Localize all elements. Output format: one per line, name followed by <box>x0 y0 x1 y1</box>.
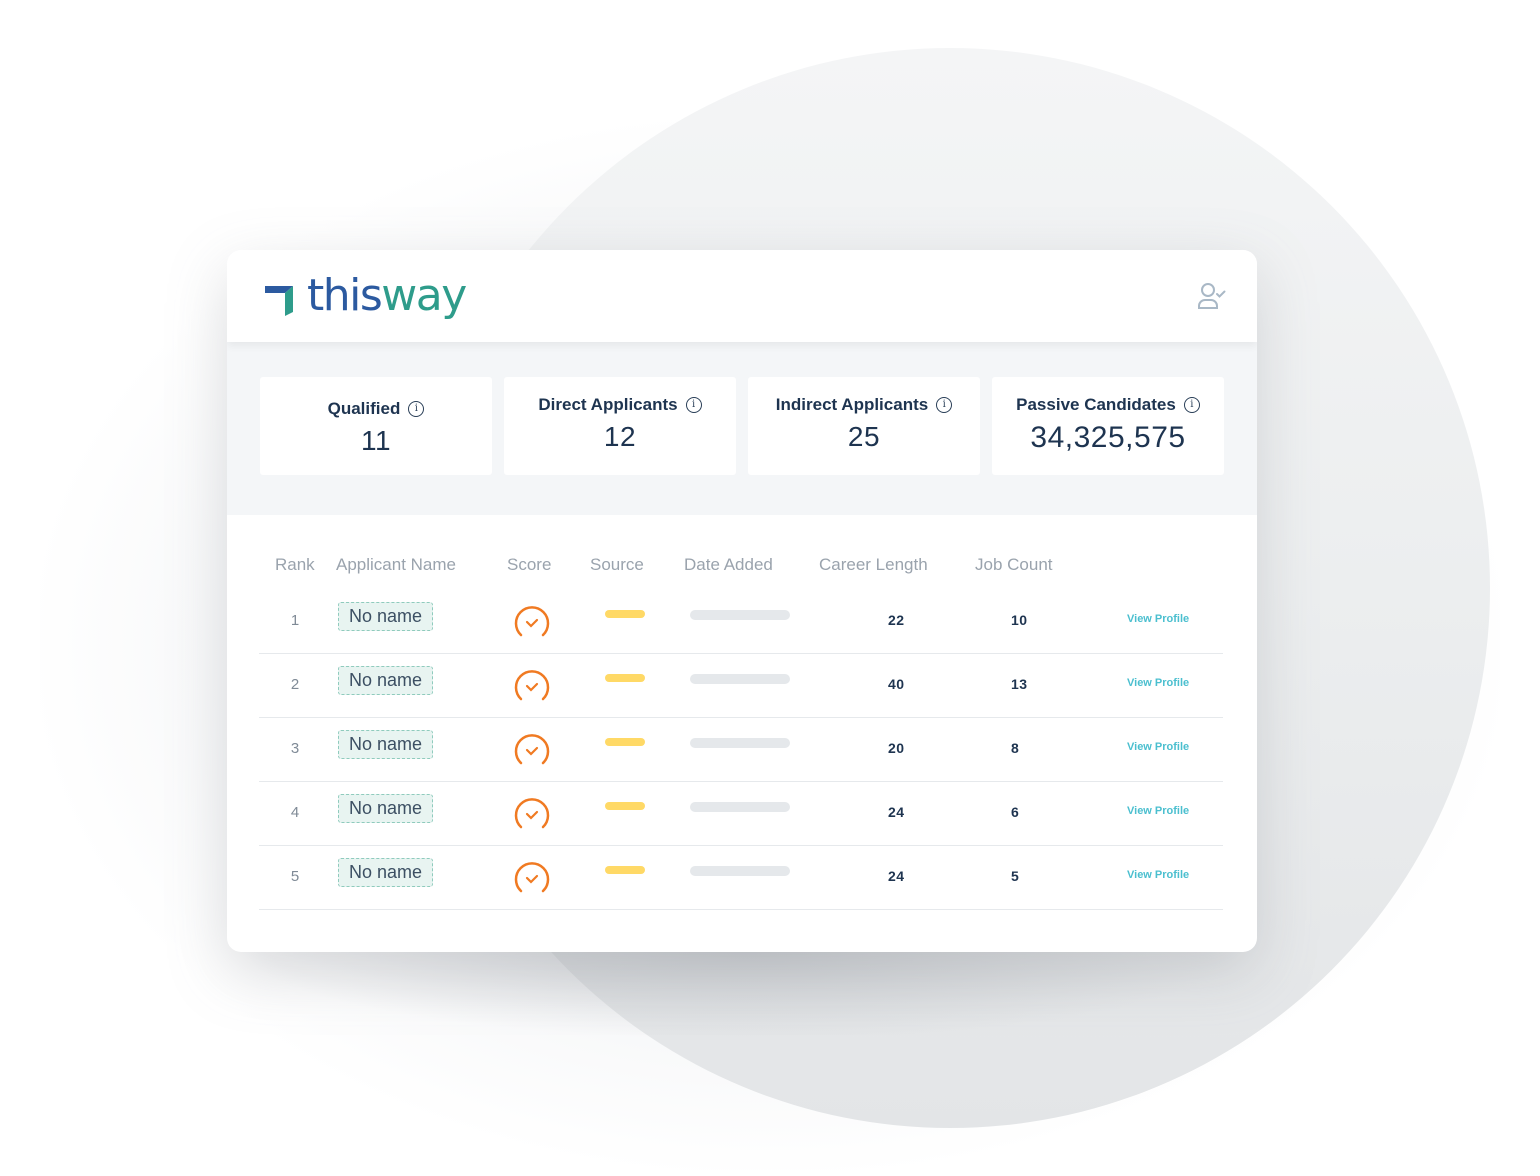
stat-value: 25 <box>847 421 881 452</box>
table-row[interactable]: 3 No name 20 8 View Profile <box>259 718 1223 782</box>
stat-value: 11 <box>360 425 392 456</box>
source-indicator <box>605 674 645 682</box>
table-body: 1 No name 22 10 View Profile 2 No name 4… <box>259 590 1223 910</box>
source-indicator <box>605 802 645 810</box>
stat-label-text: Indirect Applicants <box>775 395 929 414</box>
stat-card-indirect-applicants: Indirect Applicants i 25 <box>748 377 980 475</box>
table-row[interactable]: 2 No name 40 13 View Profile <box>259 654 1223 718</box>
table-row[interactable]: 4 No name 24 6 View Profile <box>259 782 1223 846</box>
career-length-cell: 22 <box>888 612 905 628</box>
job-count-cell: 8 <box>1011 740 1020 756</box>
stat-label: Qualified i <box>328 399 425 419</box>
info-icon[interactable]: i <box>685 397 702 413</box>
info-icon[interactable]: i <box>936 397 953 413</box>
stat-label: Passive Candidates i <box>1016 395 1200 415</box>
career-length-cell: 24 <box>888 804 905 820</box>
column-header-job-count[interactable]: Job Count <box>975 555 1053 575</box>
applicant-name-tag[interactable]: No name <box>338 730 434 759</box>
job-count-cell: 6 <box>1011 804 1020 820</box>
career-length-cell: 24 <box>888 868 905 884</box>
info-icon[interactable]: i <box>1183 397 1200 413</box>
date-added-placeholder <box>690 674 790 684</box>
logo-mark-icon <box>265 286 293 316</box>
applicant-name-tag[interactable]: No name <box>338 794 434 823</box>
view-profile-link[interactable]: View Profile <box>1127 741 1189 753</box>
score-gauge-icon <box>514 798 550 829</box>
logo-text-way: way <box>381 270 467 321</box>
applicant-name-tag[interactable]: No name <box>338 858 434 887</box>
view-profile-link[interactable]: View Profile <box>1127 677 1189 689</box>
dashboard-card: thisway Qualified i 11 Direct Applicants i… <box>227 250 1257 952</box>
source-indicator <box>605 610 645 618</box>
column-header-career-length[interactable]: Career Length <box>819 555 928 575</box>
view-profile-link[interactable]: View Profile <box>1127 613 1189 625</box>
column-header-rank[interactable]: Rank <box>275 555 315 575</box>
app-header: thisway <box>227 250 1257 342</box>
job-count-cell: 13 <box>1011 676 1028 692</box>
rank-cell: 4 <box>290 804 300 821</box>
rank-cell: 3 <box>290 740 300 757</box>
applicant-name-tag[interactable]: No name <box>338 666 434 695</box>
column-header-applicant-name[interactable]: Applicant Name <box>336 555 456 575</box>
column-header-score[interactable]: Score <box>507 555 551 575</box>
stat-value: 34,325,575 <box>1030 421 1186 454</box>
logo-wordmark: thisway <box>307 274 467 318</box>
stat-label: Direct Applicants i <box>538 395 702 415</box>
column-header-source[interactable]: Source <box>590 555 644 575</box>
stat-value: 12 <box>603 421 637 452</box>
score-gauge-icon <box>514 734 550 765</box>
stat-label-text: Qualified <box>327 399 401 418</box>
score-gauge-icon <box>514 862 550 893</box>
applicants-table: Rank Applicant Name Score Source Date Ad… <box>259 555 1223 910</box>
stat-card-qualified: Qualified i 11 <box>260 377 492 475</box>
column-header-date-added[interactable]: Date Added <box>684 555 773 575</box>
stat-card-passive-candidates: Passive Candidates i 34,325,575 <box>992 377 1224 475</box>
table-header: Rank Applicant Name Score Source Date Ad… <box>259 555 1223 581</box>
score-gauge-icon <box>514 670 550 701</box>
applicant-name-tag[interactable]: No name <box>338 602 434 631</box>
rank-cell: 5 <box>290 868 300 885</box>
source-indicator <box>605 738 645 746</box>
stat-label: Indirect Applicants i <box>775 395 953 415</box>
career-length-cell: 20 <box>888 740 905 756</box>
score-gauge-icon <box>514 606 550 637</box>
stats-section: Qualified i 11 Direct Applicants i 12 Indi… <box>227 342 1257 515</box>
career-length-cell: 40 <box>888 676 905 692</box>
date-added-placeholder <box>690 610 790 620</box>
table-row[interactable]: 5 No name 24 5 View Profile <box>259 846 1223 910</box>
date-added-placeholder <box>690 802 790 812</box>
card-shadow <box>240 950 1250 1040</box>
job-count-cell: 10 <box>1011 612 1028 628</box>
job-count-cell: 5 <box>1011 868 1020 884</box>
thisway-logo[interactable]: thisway <box>263 270 467 322</box>
rank-cell: 2 <box>290 676 300 693</box>
user-check-icon[interactable] <box>1195 280 1227 312</box>
view-profile-link[interactable]: View Profile <box>1127 805 1189 817</box>
view-profile-link[interactable]: View Profile <box>1127 869 1189 881</box>
stat-card-direct-applicants: Direct Applicants i 12 <box>504 377 736 475</box>
date-added-placeholder <box>690 738 790 748</box>
stat-label-text: Passive Candidates <box>1016 395 1176 414</box>
info-icon[interactable]: i <box>408 401 425 417</box>
logo-text-this: this <box>307 270 383 321</box>
date-added-placeholder <box>690 866 790 876</box>
table-row[interactable]: 1 No name 22 10 View Profile <box>259 590 1223 654</box>
source-indicator <box>605 866 645 874</box>
stat-label-text: Direct Applicants <box>538 395 678 414</box>
rank-cell: 1 <box>290 612 300 629</box>
